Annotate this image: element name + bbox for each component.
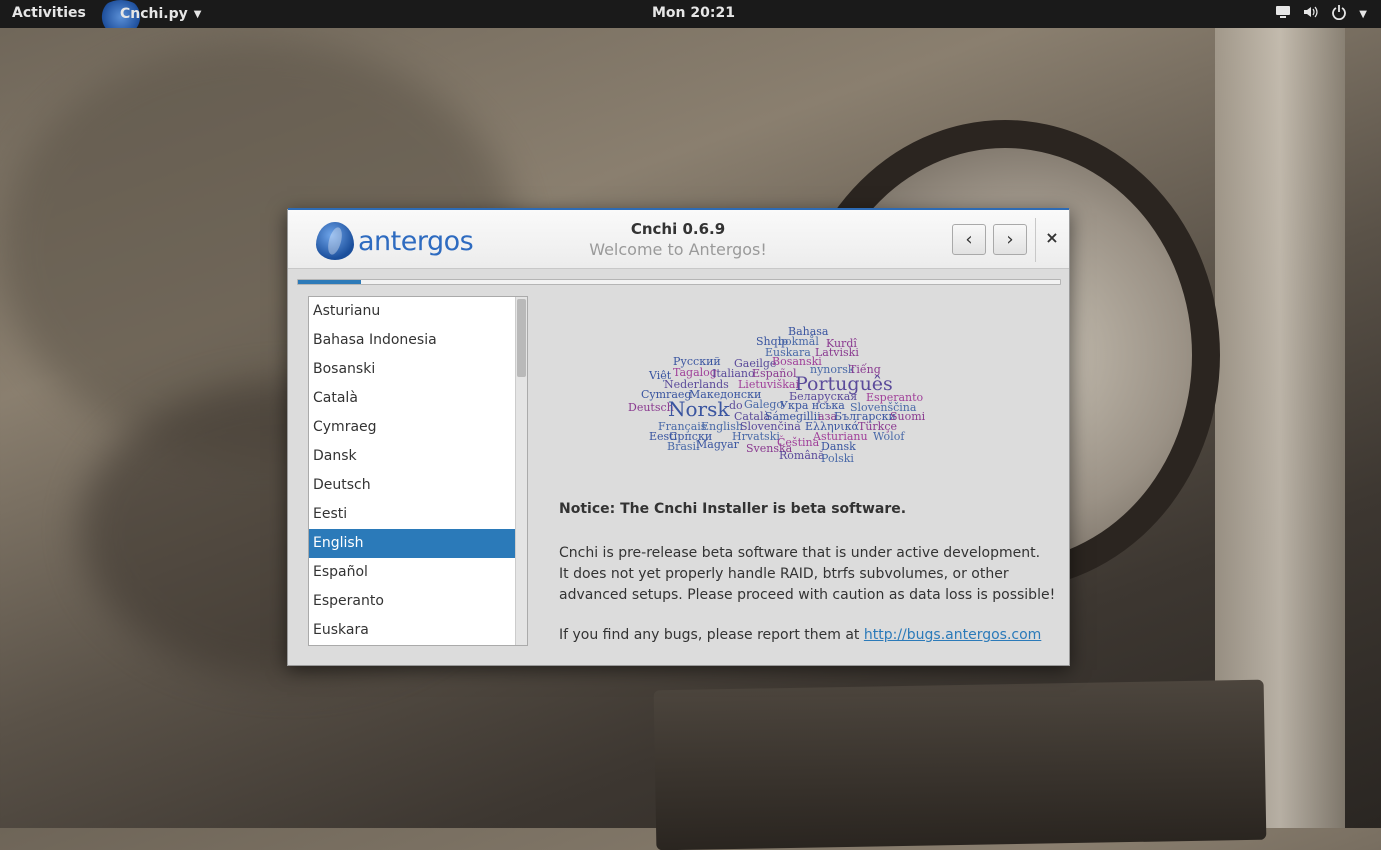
header-separator: [1035, 218, 1036, 262]
language-item[interactable]: Euskara: [309, 616, 515, 645]
clock[interactable]: Mon 20:21: [652, 5, 735, 21]
language-item[interactable]: Català: [309, 384, 515, 413]
power-icon: [1331, 4, 1347, 24]
chevron-down-icon: ▼: [193, 8, 202, 20]
word-cloud-word: Deutsch: [628, 401, 674, 414]
activities-button[interactable]: Activities: [12, 5, 86, 21]
language-item[interactable]: Eesti: [309, 500, 515, 529]
language-item[interactable]: Esperanto: [309, 587, 515, 616]
language-item[interactable]: English: [309, 529, 515, 558]
word-cloud-word: Polski: [821, 452, 854, 465]
progress-fill: [298, 280, 362, 284]
install-progress-bar: [297, 279, 1061, 285]
description-line-2: It does not yet properly handle RAID, bt…: [559, 566, 1056, 603]
back-button[interactable]: ‹: [952, 224, 986, 255]
language-item[interactable]: Cymraeg: [309, 413, 515, 442]
description-line-1: Cnchi is pre-release beta software that …: [559, 545, 1041, 561]
bug-report-label: If you find any bugs, please report them…: [559, 627, 860, 643]
word-cloud-word: Română: [779, 449, 825, 462]
language-item[interactable]: Asturianu: [309, 297, 515, 326]
app-menu-label: Cnchi.py: [120, 6, 188, 22]
volume-icon: [1303, 5, 1319, 23]
chevron-down-icon: ▼: [1359, 8, 1367, 20]
bug-report-link[interactable]: http://bugs.antergos.com: [864, 627, 1041, 643]
bug-report-text: If you find any bugs, please report them…: [559, 627, 1041, 643]
chevron-right-icon: ›: [1006, 229, 1014, 250]
top-bar: Activities Cnchi.py ▼ Mon 20:21 ▼: [0, 0, 1381, 28]
language-item[interactable]: Dansk: [309, 442, 515, 471]
window-subtitle: Welcome to Antergos!: [589, 240, 767, 259]
word-cloud-word: Norsk: [668, 397, 730, 421]
language-word-cloud: Bahasa Shqip bokmål Kurdî Euskara Latviski Рус…: [628, 325, 948, 470]
title-block: Cnchi 0.6.9 Welcome to Antergos!: [488, 220, 868, 259]
installer-window: antergos Cnchi 0.6.9 Welcome to Antergos…: [287, 208, 1070, 666]
window-title: Cnchi 0.6.9: [630, 220, 726, 238]
background-sign: [653, 679, 1267, 850]
language-item[interactable]: Deutsch: [309, 471, 515, 500]
network-icon: [1275, 5, 1291, 23]
scrollbar-thumb[interactable]: [517, 299, 526, 377]
window-header: antergos Cnchi 0.6.9 Welcome to Antergos…: [288, 210, 1069, 269]
list-scrollbar[interactable]: [515, 297, 527, 645]
antergos-logo: antergos: [316, 222, 474, 260]
language-item[interactable]: Español: [309, 558, 515, 587]
chevron-left-icon: ‹: [965, 229, 973, 250]
language-item[interactable]: Bahasa Indonesia: [309, 326, 515, 355]
word-cloud-word: Wolof: [873, 430, 905, 443]
description: Cnchi is pre-release beta software that …: [559, 543, 1059, 606]
notice-text: Notice: The Cnchi Installer is beta soft…: [559, 501, 907, 517]
system-tray[interactable]: ▼: [1275, 4, 1367, 24]
app-menu[interactable]: Cnchi.py ▼: [100, 0, 201, 28]
forward-button[interactable]: ›: [993, 224, 1027, 255]
word-cloud-word: Magyar: [696, 438, 739, 451]
logo-text: antergos: [358, 225, 474, 257]
language-list[interactable]: Asturianu Bahasa Indonesia Bosanski Català C…: [308, 296, 528, 646]
language-item[interactable]: Bosanski: [309, 355, 515, 384]
close-icon: ×: [1045, 228, 1059, 247]
close-button[interactable]: ×: [1040, 228, 1064, 252]
antergos-logo-icon: [316, 222, 354, 260]
word-cloud-word: Brasil: [667, 440, 700, 453]
